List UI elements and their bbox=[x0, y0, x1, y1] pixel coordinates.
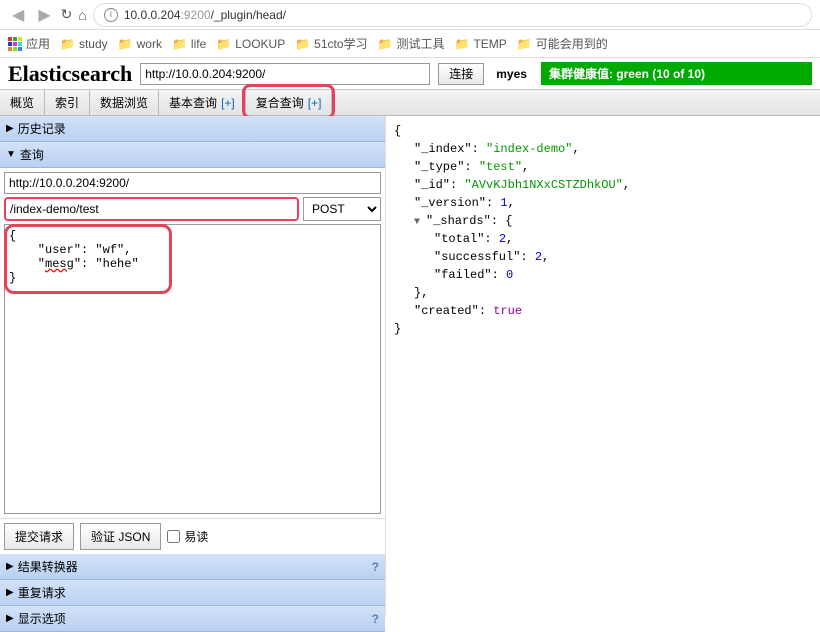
validate-button[interactable]: 验证 JSON bbox=[80, 523, 161, 550]
action-row: 提交请求 验证 JSON 易读 bbox=[0, 518, 385, 554]
url-host: 10.0.0.204 bbox=[124, 8, 181, 22]
plus-icon[interactable]: [+] bbox=[308, 96, 322, 110]
request-body-input[interactable]: { "user": "wf", "mesg": "hehe" } bbox=[4, 224, 381, 514]
section-label: 显示选项 bbox=[18, 610, 66, 627]
folder-icon: 📁 bbox=[295, 37, 310, 51]
response-panel: { "_index": "index-demo", "_type": "test… bbox=[386, 116, 820, 617]
section-repeat[interactable]: ▶ 重复请求 bbox=[0, 580, 385, 606]
apps-button[interactable]: 应用 bbox=[8, 35, 50, 52]
bookmark-folder[interactable]: 📁life bbox=[172, 37, 206, 51]
folder-icon: 📁 bbox=[60, 37, 75, 51]
section-label: 重复请求 bbox=[18, 584, 66, 601]
folder-icon: 📁 bbox=[172, 37, 187, 51]
bookmarks-bar: 应用 📁study 📁work 📁life 📁LOOKUP 📁51cto学习 📁… bbox=[0, 30, 820, 58]
app-logo: Elasticsearch bbox=[8, 61, 132, 87]
main-area: ▶ 历史记录 ▼ 查询 POST { "user": "wf", "mesg":… bbox=[0, 116, 820, 617]
collapse-icon[interactable]: ▼ bbox=[414, 215, 426, 230]
app-header: Elasticsearch 连接 myes 集群健康值: green (10 o… bbox=[0, 58, 820, 90]
address-bar[interactable]: i 10.0.0.204:9200/_plugin/head/ bbox=[93, 3, 812, 27]
bookmark-folder[interactable]: 📁study bbox=[60, 37, 108, 51]
section-transformer[interactable]: ▶ 结果转换器 ? bbox=[0, 554, 385, 580]
chevron-right-icon: ▶ bbox=[6, 561, 14, 572]
tabs-bar: 概览 索引 数据浏览 基本查询[+] 复合查询[+] bbox=[0, 90, 820, 116]
tab-basic-query[interactable]: 基本查询[+] bbox=[159, 90, 246, 115]
url-path: /_plugin/head/ bbox=[211, 8, 286, 22]
apps-icon bbox=[8, 37, 22, 51]
url-port: :9200 bbox=[181, 8, 211, 22]
bookmark-folder[interactable]: 📁测试工具 bbox=[378, 35, 445, 52]
plus-icon[interactable]: [+] bbox=[221, 96, 235, 110]
home-icon[interactable]: ⌂ bbox=[78, 7, 86, 23]
section-history[interactable]: ▶ 历史记录 bbox=[0, 116, 385, 142]
bookmark-folder[interactable]: 📁work bbox=[118, 37, 162, 51]
cluster-name: myes bbox=[496, 67, 527, 81]
pretty-label: 易读 bbox=[184, 528, 208, 545]
pretty-checkbox[interactable] bbox=[167, 530, 180, 543]
reload-icon[interactable]: ↻ bbox=[61, 6, 73, 23]
info-icon[interactable]: i bbox=[104, 8, 118, 22]
chevron-right-icon: ▶ bbox=[6, 587, 14, 598]
section-display[interactable]: ▶ 显示选项 ? bbox=[0, 606, 385, 632]
folder-icon: 📁 bbox=[455, 37, 470, 51]
folder-icon: 📁 bbox=[378, 37, 393, 51]
apps-label: 应用 bbox=[26, 35, 50, 52]
folder-icon: 📁 bbox=[118, 37, 133, 51]
chevron-right-icon: ▶ bbox=[6, 613, 14, 624]
bookmark-folder[interactable]: 📁LOOKUP bbox=[216, 37, 285, 51]
tab-compound-query[interactable]: 复合查询[+] bbox=[246, 90, 333, 115]
chevron-right-icon: ▶ bbox=[6, 123, 14, 134]
section-query[interactable]: ▼ 查询 bbox=[0, 142, 385, 168]
back-icon[interactable]: ◀ bbox=[8, 5, 28, 25]
pretty-checkbox-wrap[interactable]: 易读 bbox=[167, 528, 208, 545]
section-label: 历史记录 bbox=[18, 120, 66, 137]
help-icon[interactable]: ? bbox=[372, 612, 379, 626]
path-input[interactable] bbox=[4, 197, 299, 221]
left-panel: ▶ 历史记录 ▼ 查询 POST { "user": "wf", "mesg":… bbox=[0, 116, 386, 617]
tab-indices[interactable]: 索引 bbox=[45, 90, 90, 115]
cluster-health: 集群健康值: green (10 of 10) bbox=[541, 62, 812, 85]
submit-button[interactable]: 提交请求 bbox=[4, 523, 74, 550]
server-url-input[interactable] bbox=[4, 172, 381, 194]
connect-url-input[interactable] bbox=[140, 63, 430, 85]
tab-browse[interactable]: 数据浏览 bbox=[90, 90, 159, 115]
section-label: 结果转换器 bbox=[18, 558, 78, 575]
help-icon[interactable]: ? bbox=[372, 560, 379, 574]
query-form: POST { "user": "wf", "mesg": "hehe" } bbox=[0, 168, 385, 518]
browser-toolbar: ◀ ▶ ↻ ⌂ i 10.0.0.204:9200/_plugin/head/ bbox=[0, 0, 820, 30]
chevron-down-icon: ▼ bbox=[6, 149, 16, 160]
forward-icon[interactable]: ▶ bbox=[34, 5, 54, 25]
bookmark-folder[interactable]: 📁51cto学习 bbox=[295, 35, 367, 52]
folder-icon: 📁 bbox=[216, 37, 231, 51]
section-label: 查询 bbox=[20, 146, 44, 163]
folder-icon: 📁 bbox=[517, 37, 532, 51]
bookmark-folder[interactable]: 📁TEMP bbox=[455, 37, 507, 51]
method-select[interactable]: POST bbox=[303, 197, 381, 221]
bookmark-folder[interactable]: 📁可能会用到的 bbox=[517, 35, 608, 52]
connect-button[interactable]: 连接 bbox=[438, 63, 484, 85]
tab-overview[interactable]: 概览 bbox=[0, 90, 45, 115]
